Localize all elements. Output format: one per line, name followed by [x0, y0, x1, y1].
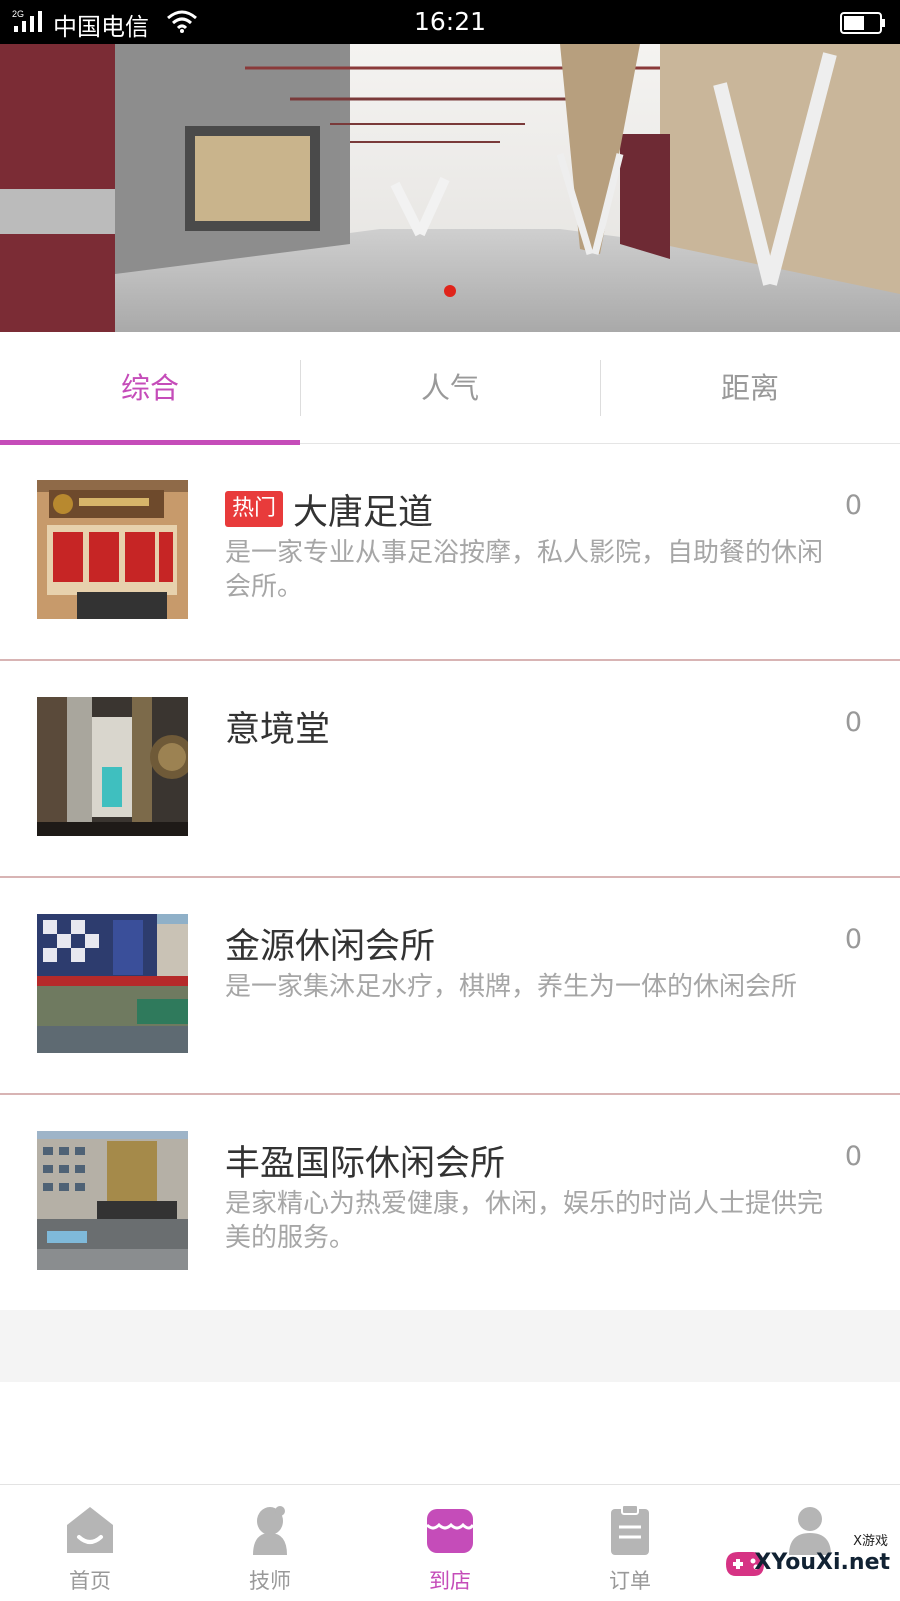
nav-technician[interactable]: 技师 — [180, 1485, 360, 1601]
status-bar: 2G 中国电信 16:21 — [0, 0, 900, 44]
bottom-navigation: 首页 技师 到店 订单 X游戏 XYouXi.net — [0, 1484, 900, 1600]
home-icon — [67, 1507, 113, 1553]
store-item[interactable]: 热门 大唐足道 0 是一家专业从事足浴按摩，私人影院，自助餐的休闲会所。 — [0, 444, 900, 661]
tab-distance[interactable]: 距离 — [600, 332, 900, 444]
store-count: 0 — [844, 707, 862, 738]
store-list: 热门 大唐足道 0 是一家专业从事足浴按摩，私人影院，自助餐的休闲会所。 意境堂… — [0, 444, 900, 1312]
nav-orders-label: 订单 — [609, 1569, 651, 1593]
watermark-small: X游戏 — [853, 1534, 888, 1549]
store-thumbnail — [37, 480, 188, 619]
promo-banner[interactable] — [0, 44, 900, 332]
store-description: 是家精心为热爱健康，休闲，娱乐的时尚人士提供完美的服务。 — [225, 1189, 824, 1253]
store-name-row: 热门 大唐足道 — [225, 486, 434, 533]
store-item[interactable]: 意境堂 0 — [0, 661, 900, 878]
store-name: 金源休闲会所 — [225, 926, 436, 967]
store-item[interactable]: 丰盈国际休闲会所 0 是家精心为热爱健康，休闲，娱乐的时尚人士提供完美的服务。 — [0, 1095, 900, 1312]
store-name-row: 金源休闲会所 — [225, 920, 436, 967]
list-footer-spacer — [0, 1310, 900, 1382]
store-name: 大唐足道 — [293, 492, 434, 533]
tab-popularity[interactable]: 人气 — [300, 332, 600, 444]
carousel-dot[interactable] — [444, 285, 456, 297]
store-thumbnail — [37, 1131, 188, 1270]
store-name-row: 丰盈国际休闲会所 — [225, 1137, 506, 1184]
clipboard-icon — [611, 1504, 649, 1555]
store-name: 丰盈国际休闲会所 — [225, 1143, 506, 1184]
store-thumbnail — [37, 914, 188, 1053]
store-count: 0 — [844, 490, 862, 521]
sort-tabs: 综合 人气 距离 — [0, 332, 900, 445]
battery-icon — [840, 12, 885, 34]
hot-badge: 热门 — [225, 491, 284, 527]
store-description: 是一家专业从事足浴按摩，私人影院，自助餐的休闲会所。 — [225, 538, 824, 602]
status-time: 16:21 — [413, 7, 487, 36]
store-name-row: 意境堂 — [225, 703, 331, 750]
nav-orders[interactable]: 订单 — [540, 1485, 720, 1601]
tab-comprehensive[interactable]: 综合 — [0, 332, 300, 444]
nav-home[interactable]: 首页 — [0, 1485, 180, 1601]
store-thumbnail — [37, 697, 188, 836]
nav-technician-label: 技师 — [249, 1569, 291, 1593]
nav-home-label: 首页 — [69, 1569, 111, 1593]
nav-store-label: 到店 — [429, 1569, 471, 1593]
store-icon — [425, 1509, 475, 1553]
banner-image — [0, 44, 900, 332]
store-item[interactable]: 金源休闲会所 0 是一家集沐足水疗，棋牌，养生为一体的休闲会所 — [0, 878, 900, 1095]
store-name: 意境堂 — [225, 709, 331, 750]
site-watermark: X游戏 XYouXi.net — [722, 1528, 892, 1588]
store-count: 0 — [844, 924, 862, 955]
watermark-text: XYouXi.net — [754, 1550, 890, 1575]
store-description: 是一家集沐足水疗，棋牌，养生为一体的休闲会所 — [225, 972, 798, 1002]
technician-icon — [253, 1506, 287, 1555]
store-count: 0 — [844, 1141, 862, 1172]
nav-store[interactable]: 到店 — [360, 1485, 540, 1601]
